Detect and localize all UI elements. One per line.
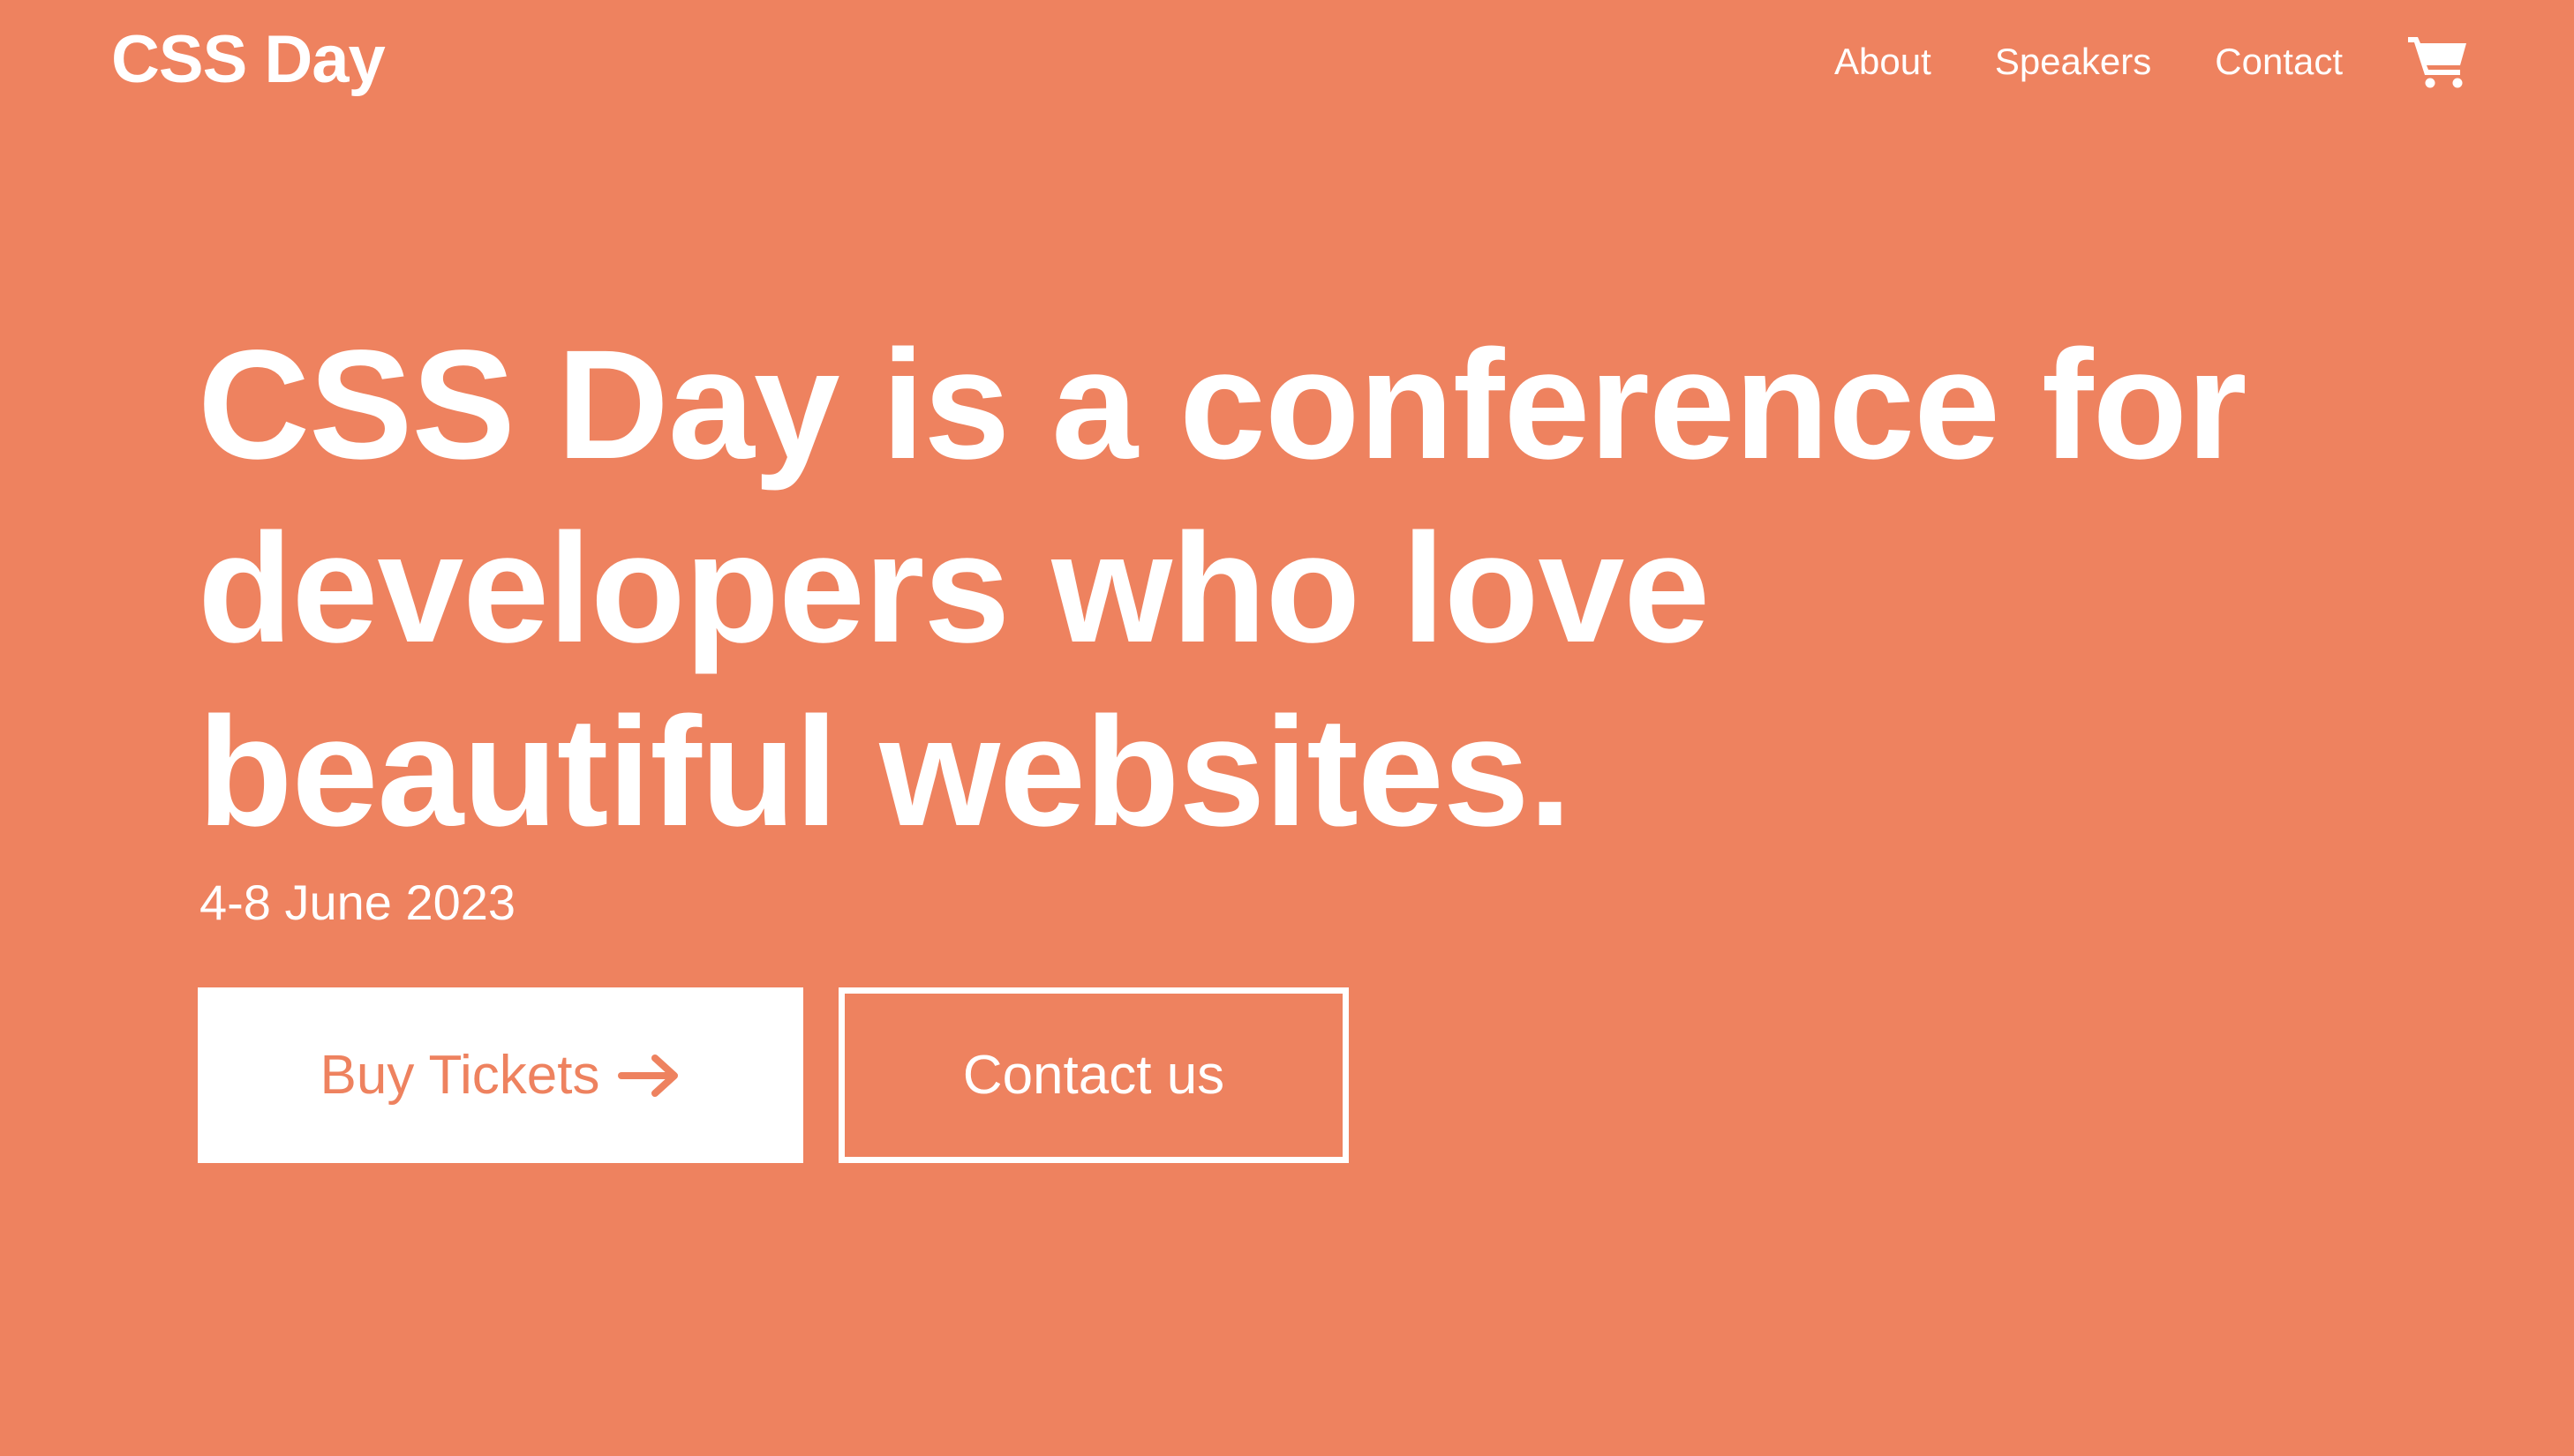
arrow-right-icon [616,1051,681,1100]
contact-us-label: Contact us [962,1045,1225,1106]
main-nav: About Speakers Contact [1834,34,2470,90]
contact-us-button[interactable]: Contact us [839,987,1349,1163]
nav-link-contact[interactable]: Contact [2215,37,2343,86]
event-date: 4-8 June 2023 [199,874,516,930]
buy-tickets-button[interactable]: Buy Tickets [198,987,803,1163]
nav-link-speakers[interactable]: Speakers [1995,37,2151,86]
hero-headline: CSS Day is a conference for developers w… [198,319,2247,859]
buy-tickets-label: Buy Tickets [320,1045,600,1106]
hero-buttons: Buy Tickets Contact us [198,987,2405,1163]
hero-section: CSS Day is a conference for developers w… [198,313,2405,1163]
site-logo[interactable]: CSS Day [111,19,386,100]
page: CSS Day About Speakers Contact CSS Day i… [0,0,2574,1456]
shopping-cart-icon[interactable] [2406,34,2470,90]
nav-link-about[interactable]: About [1834,37,1931,86]
